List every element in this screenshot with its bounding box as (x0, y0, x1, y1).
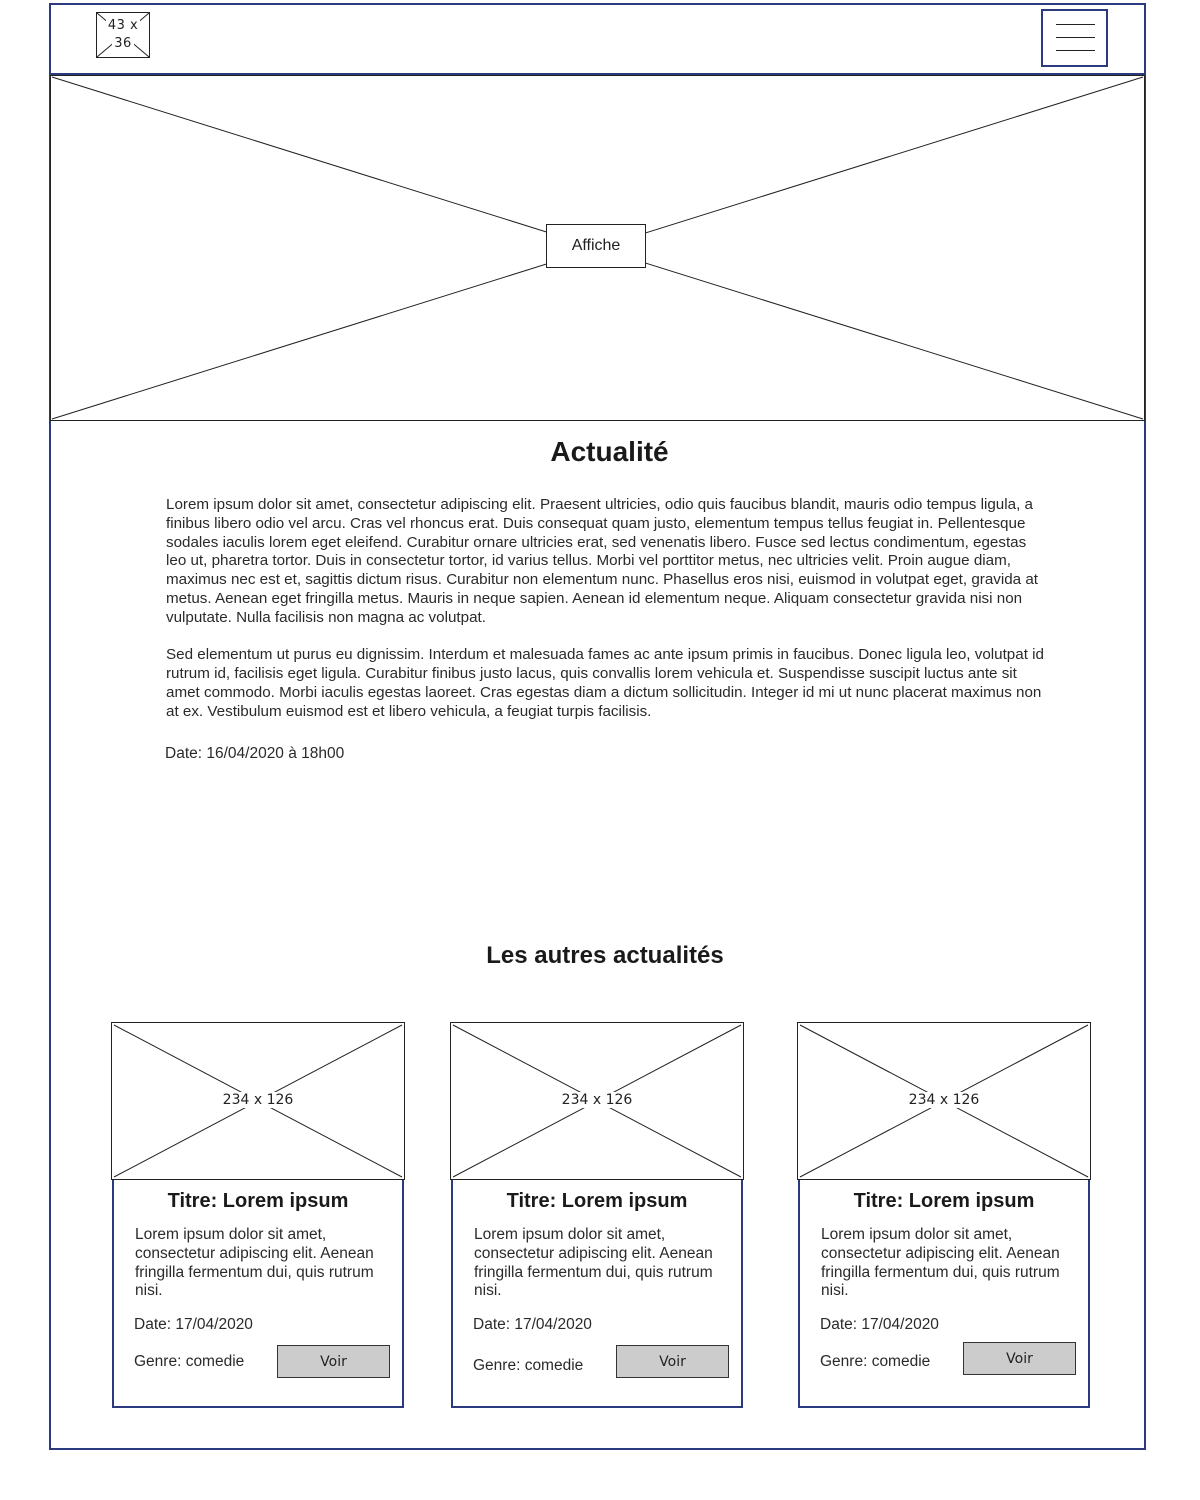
news-card: 234 x 126 Titre: Lorem ipsum Lorem ipsum… (797, 1022, 1091, 1408)
card-date: Date: 17/04/2020 (473, 1316, 592, 1333)
card-genre: Genre: comedie (134, 1353, 245, 1370)
article-body: Lorem ipsum dolor sit amet, consectetur … (166, 496, 1046, 740)
article-date: Date: 16/04/2020 à 18h00 (165, 745, 345, 762)
hero-label: Affiche (546, 224, 646, 268)
card-image-size-label: 234 x 126 (220, 1092, 296, 1108)
card-text: Lorem ipsum dolor sit amet, consectetur … (135, 1226, 374, 1300)
card-date: Date: 17/04/2020 (820, 1316, 939, 1333)
news-card: 234 x 126 Titre: Lorem ipsum Lorem ipsum… (111, 1022, 405, 1408)
news-card: 234 x 126 Titre: Lorem ipsum Lorem ipsum… (450, 1022, 744, 1408)
menu-bar-icon (1056, 50, 1095, 51)
card-image-placeholder: 234 x 126 (450, 1022, 744, 1180)
voir-button[interactable]: Voir (963, 1342, 1076, 1375)
card-date: Date: 17/04/2020 (134, 1316, 253, 1333)
card-title: Titre: Lorem ipsum (853, 1190, 1035, 1212)
logo-size-line1: 43 x (105, 17, 141, 35)
card-text: Lorem ipsum dolor sit amet, consectetur … (821, 1226, 1060, 1300)
logo-size-label: 43 x 36 (96, 12, 150, 58)
card-image-size-label: 234 x 126 (559, 1092, 635, 1108)
header (49, 3, 1146, 75)
logo-size-line2: 36 (112, 35, 134, 53)
menu-bar-icon (1056, 24, 1095, 25)
voir-button[interactable]: Voir (616, 1345, 729, 1378)
page-title: Actualité (550, 436, 669, 467)
section-title: Les autres actualités (486, 942, 724, 969)
hamburger-menu-button[interactable] (1041, 9, 1108, 67)
article-paragraph: Lorem ipsum dolor sit amet, consectetur … (166, 496, 1039, 626)
card-image-placeholder: 234 x 126 (797, 1022, 1091, 1180)
card-image-size-label: 234 x 126 (906, 1092, 982, 1108)
card-genre: Genre: comedie (820, 1353, 931, 1370)
menu-bar-icon (1056, 37, 1095, 38)
article-paragraph: Sed elementum ut purus eu dignissim. Int… (166, 646, 1044, 720)
card-title: Titre: Lorem ipsum (506, 1190, 688, 1212)
card-image-placeholder: 234 x 126 (111, 1022, 405, 1180)
card-genre: Genre: comedie (473, 1357, 584, 1374)
card-title: Titre: Lorem ipsum (167, 1190, 349, 1212)
card-text: Lorem ipsum dolor sit amet, consectetur … (474, 1226, 713, 1300)
logo-placeholder[interactable]: 43 x 36 (96, 12, 150, 58)
voir-button[interactable]: Voir (277, 1345, 390, 1378)
